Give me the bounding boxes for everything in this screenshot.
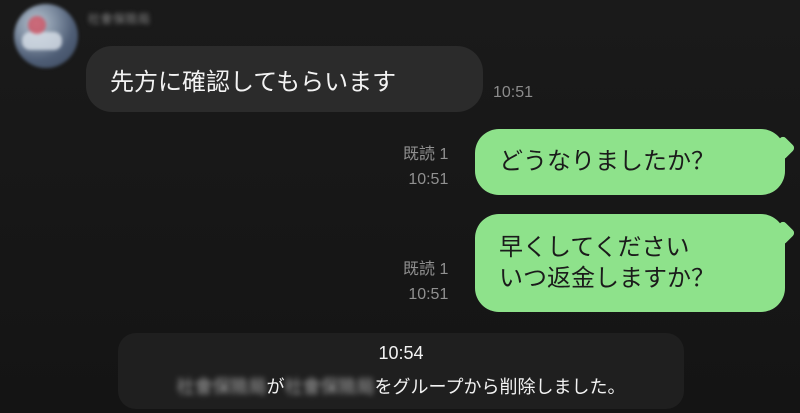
outgoing-message-text: どうなりましたか？ <box>499 147 715 176</box>
chat-window: 社會保險局 先方に確認してもらいます 10:51 既読 1 10:51 どうなり… <box>0 0 800 413</box>
incoming-message-text: 先方に確認してもらいます <box>110 67 397 96</box>
system-message: 社會保險局が社會保險局をグループから削除しました。 <box>118 373 684 399</box>
outgoing-message-2: 既読 1 10:51 早くしてください いつ返金しますか？ <box>403 214 785 312</box>
incoming-message-bubble[interactable]: 先方に確認してもらいます <box>86 46 483 112</box>
system-time: 10:54 <box>378 343 424 363</box>
system-notification: 10:54 社會保險局が社會保險局をグループから削除しました。 <box>118 333 684 409</box>
avatar[interactable] <box>14 4 78 68</box>
system-target: 社會保險局 <box>284 377 375 397</box>
system-connector: が <box>266 377 285 397</box>
system-actor: 社會保險局 <box>176 377 267 397</box>
read-status: 既読 1 <box>403 146 449 163</box>
message-meta: 既読 1 10:51 <box>403 258 448 308</box>
message-time: 10:51 <box>408 170 449 188</box>
message-meta: 既読 1 10:51 <box>403 143 448 193</box>
system-suffix: をグループから削除しました。 <box>374 377 626 397</box>
outgoing-message-bubble[interactable]: 早くしてください いつ返金しますか？ <box>475 214 785 312</box>
outgoing-message-text: 早くしてください いつ返金しますか？ <box>499 232 715 292</box>
incoming-message-time: 10:51 <box>493 84 534 101</box>
sender-name: 社會保險局 <box>88 12 151 26</box>
outgoing-message-1: 既読 1 10:51 どうなりましたか？ <box>403 129 785 195</box>
message-time: 10:51 <box>408 285 449 303</box>
outgoing-message-bubble[interactable]: どうなりましたか？ <box>475 129 785 195</box>
read-status: 既読 1 <box>403 261 449 278</box>
